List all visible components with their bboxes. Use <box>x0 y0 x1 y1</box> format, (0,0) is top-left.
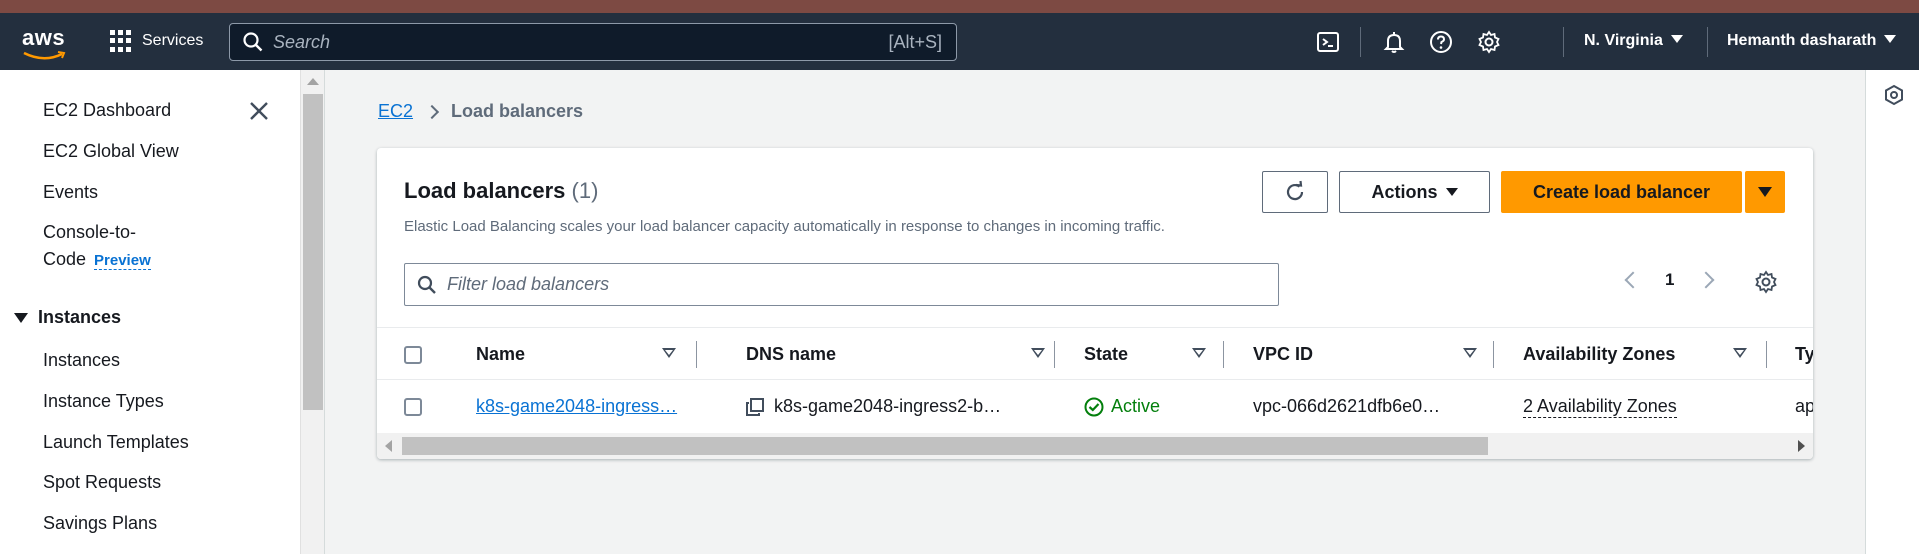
panel-description: Elastic Load Balancing scales your load … <box>404 218 1165 235</box>
load-balancer-name-link[interactable]: k8s-game2048-ingress… <box>476 380 696 433</box>
create-options-dropdown-button[interactable] <box>1745 171 1785 213</box>
column-header-availability-zones[interactable]: Availability Zones <box>1523 328 1723 381</box>
sidebar-item-instance-types[interactable]: Instance Types <box>43 391 164 412</box>
dns-name-cell: k8s-game2048-ingress2-b… <box>746 380 1046 433</box>
search-icon <box>417 275 436 294</box>
search-shortcut: [Alt+S] <box>888 32 942 52</box>
sidebar-section-instances[interactable]: Instances <box>14 307 121 328</box>
info-panel-icon[interactable] <box>1883 84 1905 106</box>
breadcrumb-current: Load balancers <box>451 101 584 121</box>
account-menu[interactable]: Hemanth dasharath <box>1727 32 1896 50</box>
sidebar-item-ec2-global-view[interactable]: EC2 Global View <box>43 141 179 162</box>
search-placeholder: Search <box>273 31 331 52</box>
scroll-right-icon[interactable] <box>1798 440 1805 452</box>
column-header-vpc-id[interactable]: VPC ID <box>1253 328 1403 381</box>
sort-icon[interactable] <box>1463 348 1477 358</box>
help-icon[interactable] <box>1427 28 1455 56</box>
breadcrumb-ec2-link[interactable]: EC2 <box>378 101 413 122</box>
nav-separator <box>1707 27 1708 57</box>
column-resizer[interactable] <box>696 341 697 368</box>
sort-icon[interactable] <box>1192 348 1206 358</box>
table-header: Name DNS name State VPC ID Availability … <box>377 327 1813 380</box>
scroll-left-icon[interactable] <box>385 440 392 452</box>
availability-zones-popover[interactable]: 2 Availability Zones <box>1523 380 1763 433</box>
bell-icon[interactable] <box>1380 28 1408 56</box>
page-number[interactable]: 1 <box>1665 270 1674 290</box>
grid-icon <box>110 30 132 52</box>
scrollbar-thumb[interactable] <box>402 437 1488 455</box>
sidebar-item-ec2-dashboard[interactable]: EC2 Dashboard <box>43 100 171 121</box>
preview-badge: Preview <box>94 252 151 270</box>
type-cell: ap <box>1795 396 1813 416</box>
caret-down-icon <box>14 312 28 323</box>
actions-dropdown-button[interactable]: Actions <box>1339 171 1490 213</box>
top-navigation: aws Services Search [Alt+S] N. Virginia … <box>0 13 1919 70</box>
services-label: Services <box>142 32 204 49</box>
table-row: k8s-game2048-ingress… k8s-game2048-ingre… <box>377 380 1813 433</box>
column-header-type[interactable]: Ty <box>1795 328 1813 381</box>
filter-input[interactable]: Filter load balancers <box>404 263 1279 306</box>
chevron-left-icon[interactable] <box>1624 271 1642 289</box>
services-menu-button[interactable]: Services <box>110 30 203 52</box>
preferences-gear-icon[interactable] <box>1754 270 1778 294</box>
gear-icon[interactable] <box>1475 28 1503 56</box>
sidebar-item-launch-templates[interactable]: Launch Templates <box>43 432 189 453</box>
create-load-balancer-button[interactable]: Create load balancer <box>1501 171 1742 213</box>
right-utility-rail <box>1865 70 1919 554</box>
column-header-state[interactable]: State <box>1084 328 1184 381</box>
status-badge: Active <box>1084 380 1214 433</box>
column-resizer[interactable] <box>1493 341 1494 368</box>
column-header-name[interactable]: Name <box>476 328 656 381</box>
sort-icon[interactable] <box>1031 348 1045 358</box>
sort-icon[interactable] <box>662 348 676 358</box>
column-resizer[interactable] <box>1054 341 1055 368</box>
close-icon[interactable] <box>248 100 270 122</box>
column-resizer[interactable] <box>1766 341 1767 368</box>
column-resizer[interactable] <box>1223 341 1224 368</box>
sidebar-item-spot-requests[interactable]: Spot Requests <box>43 472 161 493</box>
sidebar-item-instances[interactable]: Instances <box>43 350 120 371</box>
aws-smile-icon <box>23 51 66 60</box>
sidebar-item-console-to-code[interactable]: Console-to- Code Preview <box>43 222 151 270</box>
table-horizontal-scrollbar[interactable] <box>377 433 1813 459</box>
vpc-id-cell: vpc-066d2621dfb6e0… <box>1253 396 1441 416</box>
browser-top-strip <box>0 0 1919 13</box>
select-all-checkbox[interactable] <box>404 328 422 381</box>
sort-icon[interactable] <box>1733 348 1747 358</box>
nav-separator <box>1563 27 1564 57</box>
sidebar-item-label: Console-to- <box>43 222 137 242</box>
column-header-dns-name[interactable]: DNS name <box>746 328 946 381</box>
aws-logo[interactable]: aws <box>22 25 70 60</box>
chevron-right-icon[interactable] <box>1697 271 1715 289</box>
global-search-input[interactable]: Search [Alt+S] <box>229 23 957 61</box>
chevron-right-icon <box>424 104 440 119</box>
sidebar-item-label: Code <box>43 249 87 269</box>
copy-icon[interactable] <box>746 397 764 416</box>
scrollbar-thumb[interactable] <box>303 94 323 410</box>
refresh-button[interactable] <box>1262 171 1328 213</box>
sidebar-item-events[interactable]: Events <box>43 182 98 203</box>
scroll-up-icon[interactable] <box>307 78 319 85</box>
sidebar: EC2 Dashboard EC2 Global View Events Con… <box>0 70 300 554</box>
resource-count: (1) <box>571 178 599 203</box>
pagination: 1 <box>1624 270 1715 290</box>
sidebar-scrollbar[interactable] <box>300 70 324 554</box>
load-balancers-panel: Load balancers (1) Elastic Load Balancin… <box>377 148 1813 459</box>
cloudshell-icon[interactable] <box>1314 28 1342 56</box>
search-icon <box>243 32 263 52</box>
sidebar-item-savings-plans[interactable]: Savings Plans <box>43 513 157 534</box>
check-circle-icon <box>1084 397 1104 416</box>
main-content: EC2 Load balancers Load balancers (1) El… <box>325 70 1865 554</box>
row-checkbox[interactable] <box>404 380 422 433</box>
breadcrumb: EC2 Load balancers <box>378 101 583 122</box>
page-title: Load balancers (1) <box>404 178 599 203</box>
nav-separator <box>1360 27 1361 57</box>
filter-placeholder: Filter load balancers <box>447 274 610 294</box>
refresh-icon <box>1286 180 1304 201</box>
region-selector[interactable]: N. Virginia <box>1584 32 1683 50</box>
